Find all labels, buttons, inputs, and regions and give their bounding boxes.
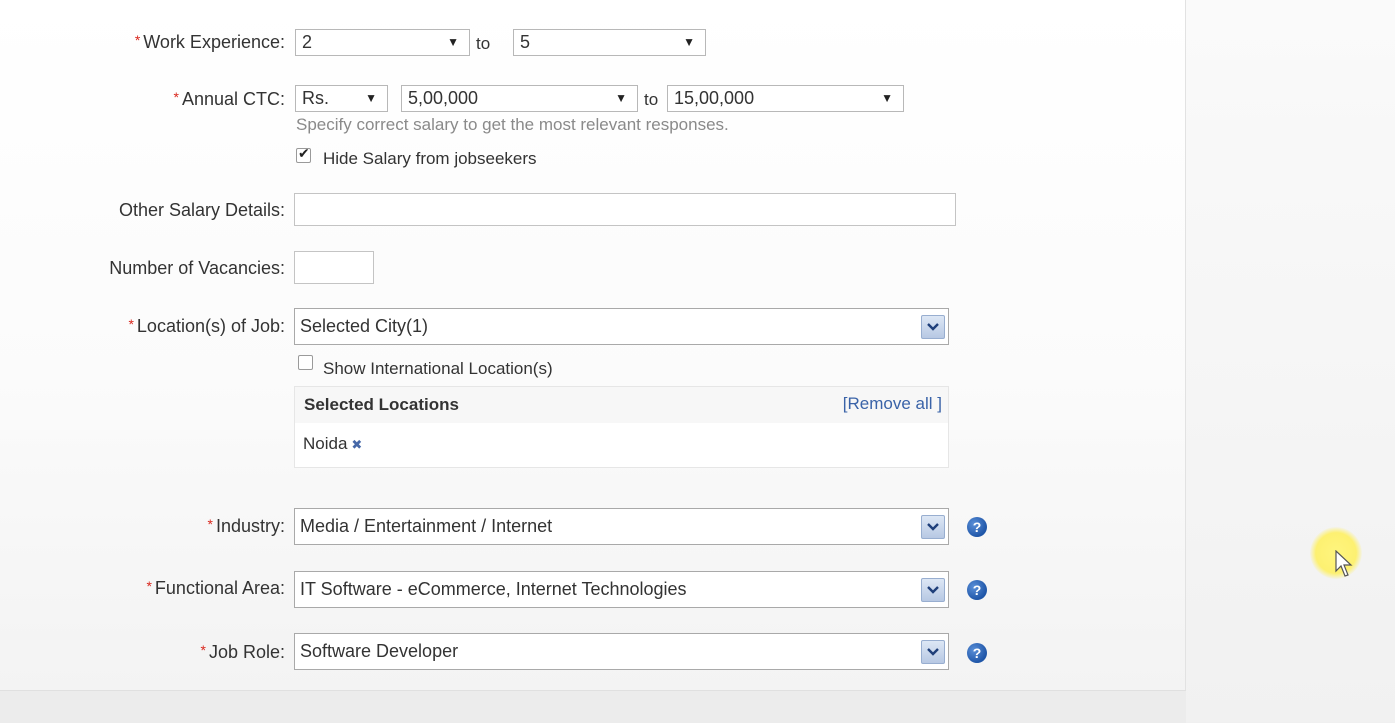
remove-all-link[interactable]: [Remove all ] — [843, 394, 942, 414]
work-experience-min-select[interactable]: 2 ▼ — [295, 29, 470, 56]
chevron-down-icon[interactable] — [921, 315, 945, 339]
dropdown-arrow-icon: ▼ — [683, 35, 695, 49]
ctc-min-select[interactable]: 5,00,000 ▼ — [401, 85, 638, 112]
chevron-down-icon[interactable] — [921, 515, 945, 539]
remove-location-icon[interactable]: ✖ — [351, 437, 362, 452]
functional-area-label-text: Functional Area: — [154, 578, 285, 598]
chevron-down-icon[interactable] — [921, 578, 945, 602]
currency-value: Rs. — [302, 88, 329, 108]
required-marker: * — [134, 32, 141, 48]
work-experience-min-value: 2 — [302, 32, 313, 52]
job-location-label-text: Location(s) of Job: — [136, 316, 285, 336]
required-marker: * — [146, 578, 152, 594]
hide-salary-checkbox[interactable]: ✔ — [296, 145, 311, 163]
industry-value: Media / Entertainment / Internet — [300, 516, 553, 536]
industry-label: * Industry: — [208, 516, 285, 537]
job-role-value: Software Developer — [300, 641, 459, 661]
job-location-value: Selected City(1) — [300, 316, 429, 336]
dropdown-arrow-icon: ▼ — [615, 91, 627, 105]
work-experience-label-text: Work Experience: — [143, 32, 285, 52]
work-experience-max-select[interactable]: 5 ▼ — [513, 29, 706, 56]
page-background-right — [1186, 0, 1395, 722]
functional-area-value: IT Software - eCommerce, Internet Techno… — [300, 579, 687, 599]
show-international-label: Show International Location(s) — [323, 359, 553, 378]
salary-hint-text: Specify correct salary to get the most r… — [296, 115, 729, 134]
location-chip-label: Noida — [303, 434, 348, 453]
job-location-combobox[interactable]: Selected City(1) — [294, 308, 949, 345]
job-role-label-text: Job Role: — [208, 642, 285, 662]
functional-area-label: * Functional Area: — [146, 578, 285, 599]
currency-select[interactable]: Rs. ▼ — [295, 85, 388, 112]
job-role-combobox[interactable]: Software Developer — [294, 633, 949, 670]
ctc-max-value: 15,00,000 — [674, 88, 755, 108]
work-experience-label: * Work Experience: — [135, 32, 285, 53]
annual-ctc-label-text: Annual CTC: — [181, 89, 285, 109]
work-experience-max-value: 5 — [520, 32, 531, 52]
ctc-max-select[interactable]: 15,00,000 ▼ — [667, 85, 904, 112]
functional-area-combobox[interactable]: IT Software - eCommerce, Internet Techno… — [294, 571, 949, 608]
ctc-to-label: to — [644, 90, 659, 109]
job-role-help-icon[interactable]: ? — [967, 643, 987, 663]
hide-salary-label: Hide Salary from jobseekers — [323, 149, 537, 168]
selected-locations-title: Selected Locations — [304, 395, 459, 414]
selected-locations-box: Selected Locations [Remove all ] Noida ✖ — [294, 386, 949, 468]
industry-help-icon[interactable]: ? — [967, 517, 987, 537]
number-of-vacancies-input[interactable] — [294, 251, 374, 284]
annual-ctc-label: * Annual CTC: — [174, 89, 286, 110]
job-role-label: * Job Role: — [201, 642, 286, 663]
show-international-checkbox[interactable] — [298, 355, 313, 370]
selected-locations-header: Selected Locations [Remove all ] — [295, 387, 948, 423]
location-chip: Noida ✖ — [303, 434, 362, 454]
other-salary-details-label: Other Salary Details: — [118, 200, 285, 220]
required-marker: * — [173, 89, 179, 105]
required-marker: * — [200, 642, 206, 658]
checkmark-icon: ✔ — [298, 145, 310, 161]
required-marker: * — [207, 516, 213, 532]
industry-combobox[interactable]: Media / Entertainment / Internet — [294, 508, 949, 545]
other-salary-details-input[interactable] — [294, 193, 956, 226]
job-location-label: * Location(s) of Job: — [128, 316, 285, 337]
dropdown-arrow-icon: ▼ — [365, 91, 377, 105]
number-of-vacancies-label: Number of Vacancies: — [109, 258, 285, 278]
required-marker: * — [128, 316, 134, 332]
chevron-down-icon[interactable] — [921, 640, 945, 664]
ctc-min-value: 5,00,000 — [408, 88, 479, 108]
industry-label-text: Industry: — [215, 516, 285, 536]
form-bottom-bar — [0, 690, 1186, 723]
functional-area-help-icon[interactable]: ? — [967, 580, 987, 600]
mouse-pointer-icon — [1335, 550, 1353, 577]
work-experience-to-label: to — [476, 34, 491, 53]
dropdown-arrow-icon: ▼ — [881, 91, 893, 105]
dropdown-arrow-icon: ▼ — [447, 35, 459, 49]
